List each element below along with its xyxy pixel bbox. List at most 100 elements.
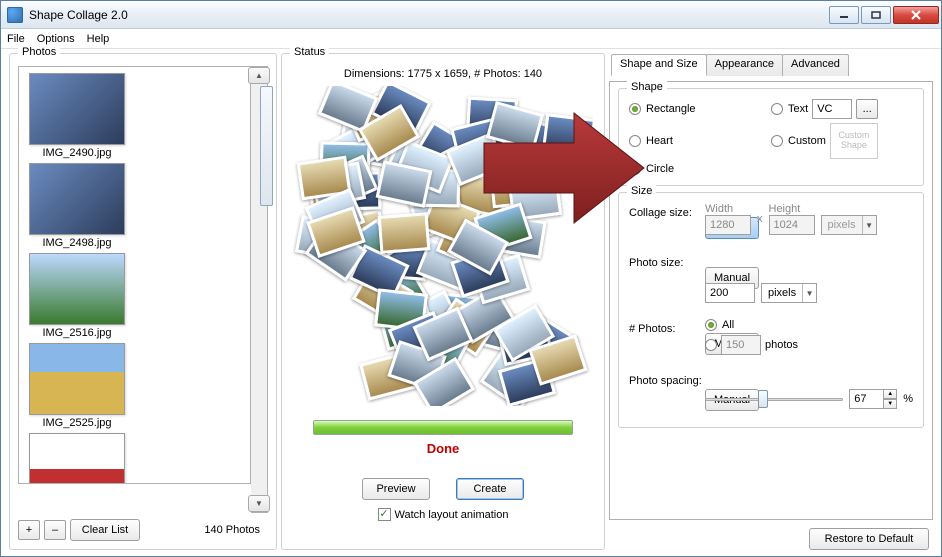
- shape-rectangle-label: Rectangle: [646, 103, 696, 115]
- shape-heart-radio[interactable]: Heart: [629, 135, 771, 147]
- photo-thumbnail[interactable]: IMG_2498.jpg: [25, 163, 129, 249]
- shape-text-browse-button[interactable]: ...: [856, 99, 878, 119]
- thumbnail-image: [29, 163, 125, 235]
- collage-size-label: Collage size:: [629, 207, 692, 219]
- collage-unit-text: pixels: [822, 219, 862, 231]
- thumbnail-image: [29, 253, 125, 325]
- window-title: Shape Collage 2.0: [29, 8, 827, 22]
- tab-advanced[interactable]: Advanced: [782, 54, 849, 76]
- num-photos-input[interactable]: [721, 335, 761, 355]
- shape-heart-label: Heart: [646, 135, 673, 147]
- progress-bar: [313, 420, 573, 435]
- photo-size-input[interactable]: [705, 283, 755, 303]
- photo-count: 140 Photos: [204, 524, 268, 536]
- tabs: Shape and Size Appearance Advanced: [611, 53, 933, 75]
- thumbnail-image: [29, 433, 125, 484]
- percent-label: %: [903, 393, 913, 405]
- spacing-slider[interactable]: [705, 389, 843, 409]
- watch-animation-checkbox[interactable]: [378, 508, 391, 521]
- remove-photo-button[interactable]: –: [44, 520, 66, 540]
- minimize-button[interactable]: [829, 6, 859, 24]
- menu-options[interactable]: Options: [37, 33, 75, 45]
- thumbnail-label: IMG_2525.jpg: [42, 417, 111, 429]
- spacing-input[interactable]: [849, 389, 883, 409]
- shape-group: Shape Rectangle Text ... Heart Custom Cu…: [618, 88, 924, 186]
- spacing-spinner[interactable]: ▲▼: [849, 389, 897, 409]
- dimensions-label: Dimensions: 1775 x 1659, # Photos: 140: [344, 66, 542, 86]
- photo-size-unit-text: pixels: [762, 287, 802, 299]
- spin-down-button[interactable]: ▼: [883, 399, 897, 409]
- menubar: File Options Help: [1, 29, 941, 49]
- thumbnail-image: [29, 73, 125, 145]
- titlebar: Shape Collage 2.0: [1, 1, 941, 29]
- photos-panel: Photos IMG_2490.jpgIMG_2498.jpgIMG_2516.…: [9, 53, 277, 550]
- photo-size-label: Photo size:: [629, 257, 683, 269]
- content: Photos IMG_2490.jpg IMG_2498.jpg IMG_2516.…: [1, 49, 941, 556]
- collage-height-input[interactable]: [769, 215, 815, 235]
- menu-help[interactable]: Help: [87, 33, 110, 45]
- close-button[interactable]: [893, 6, 939, 24]
- size-group: Size Collage size: Auto Width x Height p…: [618, 192, 924, 428]
- shape-text-label: Text: [788, 103, 808, 115]
- photo-size-unit-combo[interactable]: pixels▼: [761, 283, 817, 303]
- spin-up-button[interactable]: ▲: [883, 389, 897, 399]
- add-photo-button[interactable]: +: [18, 520, 40, 540]
- shape-circle-label: Circle: [646, 163, 674, 175]
- shape-custom-label: Custom: [788, 135, 826, 147]
- thumbnail-label: IMG_2498.jpg: [42, 237, 111, 249]
- tab-appearance[interactable]: Appearance: [706, 54, 783, 76]
- status-panel: Status Dimensions: 1775 x 1659, # Photos…: [281, 53, 605, 550]
- photo-thumbnail[interactable]: IMG_2490.jpg: [25, 73, 129, 159]
- restore-default-button[interactable]: Restore to Default: [809, 528, 929, 550]
- settings-column: Shape and Size Appearance Advanced Shape…: [609, 53, 933, 550]
- watch-animation-label: Watch layout animation: [395, 509, 509, 521]
- dropdown-arrow-icon: ▼: [802, 284, 816, 302]
- progress-fill: [314, 421, 572, 434]
- dropdown-arrow-icon: ▼: [862, 216, 876, 234]
- slider-thumb[interactable]: [758, 390, 768, 408]
- application-window: Shape Collage 2.0 File Options Help Phot…: [0, 0, 942, 557]
- scroll-up-button[interactable]: ▲: [248, 67, 270, 84]
- height-caption: Height: [769, 203, 815, 215]
- photos-title: Photos: [18, 46, 60, 58]
- collage-width-input[interactable]: [705, 215, 751, 235]
- shape-rectangle-radio[interactable]: Rectangle: [629, 103, 771, 115]
- scroll-thumb[interactable]: [260, 86, 273, 206]
- shape-group-title: Shape: [627, 81, 667, 93]
- status-title: Status: [290, 46, 329, 58]
- all-photos-radio[interactable]: All: [705, 319, 798, 331]
- shape-text-input[interactable]: [812, 99, 852, 119]
- tab-content: Shape Rectangle Text ... Heart Custom Cu…: [609, 81, 933, 520]
- size-group-title: Size: [627, 185, 656, 197]
- tab-shape-and-size[interactable]: Shape and Size: [611, 54, 707, 76]
- photos-scrollbar[interactable]: ▲ ▼: [251, 66, 268, 513]
- all-photos-label: All: [722, 319, 734, 331]
- shape-text-radio[interactable]: Text: [771, 103, 808, 115]
- thumbnail-label: IMG_2516.jpg: [42, 327, 111, 339]
- photo-thumbnail[interactable]: IMG_2525.jpg: [25, 343, 129, 429]
- menu-file[interactable]: File: [7, 33, 25, 45]
- photos-unit-label: photos: [765, 339, 798, 351]
- shape-custom-radio[interactable]: Custom: [771, 135, 826, 147]
- collage-preview: [293, 86, 593, 406]
- clear-list-button[interactable]: Clear List: [70, 519, 140, 541]
- thumbnail-label: IMG_2490.jpg: [42, 147, 111, 159]
- thumbnail-image: [29, 343, 125, 415]
- create-button[interactable]: Create: [456, 478, 524, 500]
- photo-thumbnail[interactable]: IMG_2561.jpg: [25, 433, 129, 484]
- app-icon: [7, 7, 23, 23]
- photo-spacing-label: Photo spacing:: [629, 375, 702, 387]
- width-caption: Width: [705, 203, 751, 215]
- shape-circle-radio[interactable]: Circle: [629, 163, 771, 175]
- maximize-button[interactable]: [861, 6, 891, 24]
- preview-button[interactable]: Preview: [362, 478, 430, 500]
- num-photos-label: # Photos:: [629, 323, 675, 335]
- scroll-down-button[interactable]: ▼: [248, 495, 270, 512]
- custom-shape-preview[interactable]: Custom Shape: [830, 123, 878, 159]
- photo-list[interactable]: IMG_2490.jpg IMG_2498.jpg IMG_2516.jpg IMG_…: [18, 66, 251, 484]
- specific-photos-radio[interactable]: [705, 339, 717, 351]
- status-text: Done: [427, 441, 460, 456]
- collage-unit-combo[interactable]: pixels▼: [821, 215, 877, 235]
- photo-thumbnail[interactable]: IMG_2516.jpg: [25, 253, 129, 339]
- x-separator: x: [757, 213, 763, 225]
